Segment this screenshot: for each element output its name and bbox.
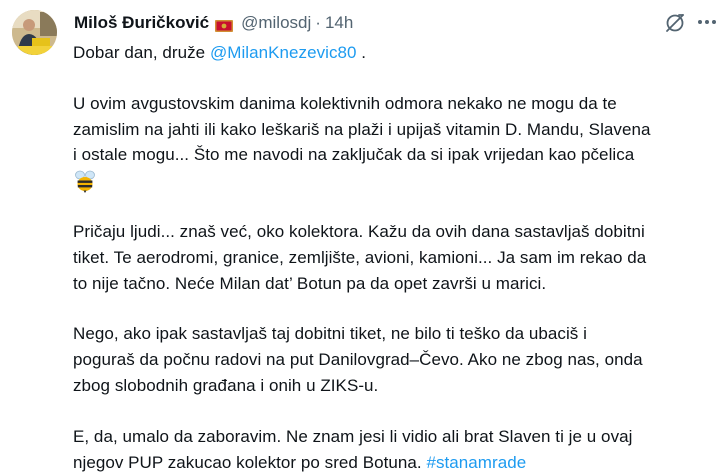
paragraph-3-line-2: poguraš da počnu radovi na put Danilovgr… [73, 350, 643, 370]
paragraph-2-line-1: Pričaju ljudi... znaš već, oko kolektora… [73, 221, 645, 241]
honeybee-icon [74, 169, 96, 194]
post-time[interactable]: 14h [325, 13, 353, 33]
post-text: Dobar dan, druže @MilanKnezevic80 . U ov… [73, 40, 713, 475]
author-name[interactable]: Miloš Đuričković [74, 13, 209, 33]
author-handle[interactable]: @milosdj [241, 13, 311, 33]
greeting-line: Dobar dan, druže @MilanKnezevic80 . [73, 40, 713, 66]
hashtag-link[interactable]: #stanamrade [426, 453, 526, 472]
paragraph-4-line-1: E, da, umalo da zaboravim. Ne znam jesi … [73, 426, 633, 446]
greeting-text: Dobar dan, druže [73, 43, 210, 62]
grok-icon[interactable] [664, 12, 686, 34]
separator-dot: · [315, 13, 321, 32]
bee-emoji-line [73, 168, 713, 194]
post-header: Miloš Đuričković @milosdj · 14h [74, 10, 708, 36]
more-options-icon[interactable] [696, 10, 718, 32]
mention-link[interactable]: @MilanKnezevic80 [210, 43, 357, 62]
paragraph-2-line-3: to nije tačno. Neće Milan dat’ Botun pa … [73, 273, 547, 293]
greeting-end: . [356, 43, 367, 62]
paragraph-2-line-2: tiket. Te aerodromi, granice, zemljište,… [73, 247, 647, 267]
montenegro-flag-icon [215, 17, 234, 32]
paragraph-1-line-2: zamislim na jahti ili kako leškariš na p… [73, 119, 651, 139]
paragraph-3-line-1: Nego, ako ipak sastavljaš taj dobitni ti… [73, 324, 587, 344]
paragraph-4-text: njegov PUP zakucao kolektor po sred Botu… [73, 452, 427, 472]
paragraph-1-line-1: U ovim avgustovskim danima kolektivnih o… [73, 93, 617, 113]
paragraph-1-line-3: i ostale mogu... Što me navodi na zaklju… [73, 145, 635, 165]
paragraph-3-line-3: zbog slobodnih građana i onih u ZIKS-u. [73, 375, 379, 395]
avatar[interactable] [12, 10, 57, 55]
paragraph-4-line-2: njegov PUP zakucao kolektor po sred Botu… [73, 450, 713, 475]
